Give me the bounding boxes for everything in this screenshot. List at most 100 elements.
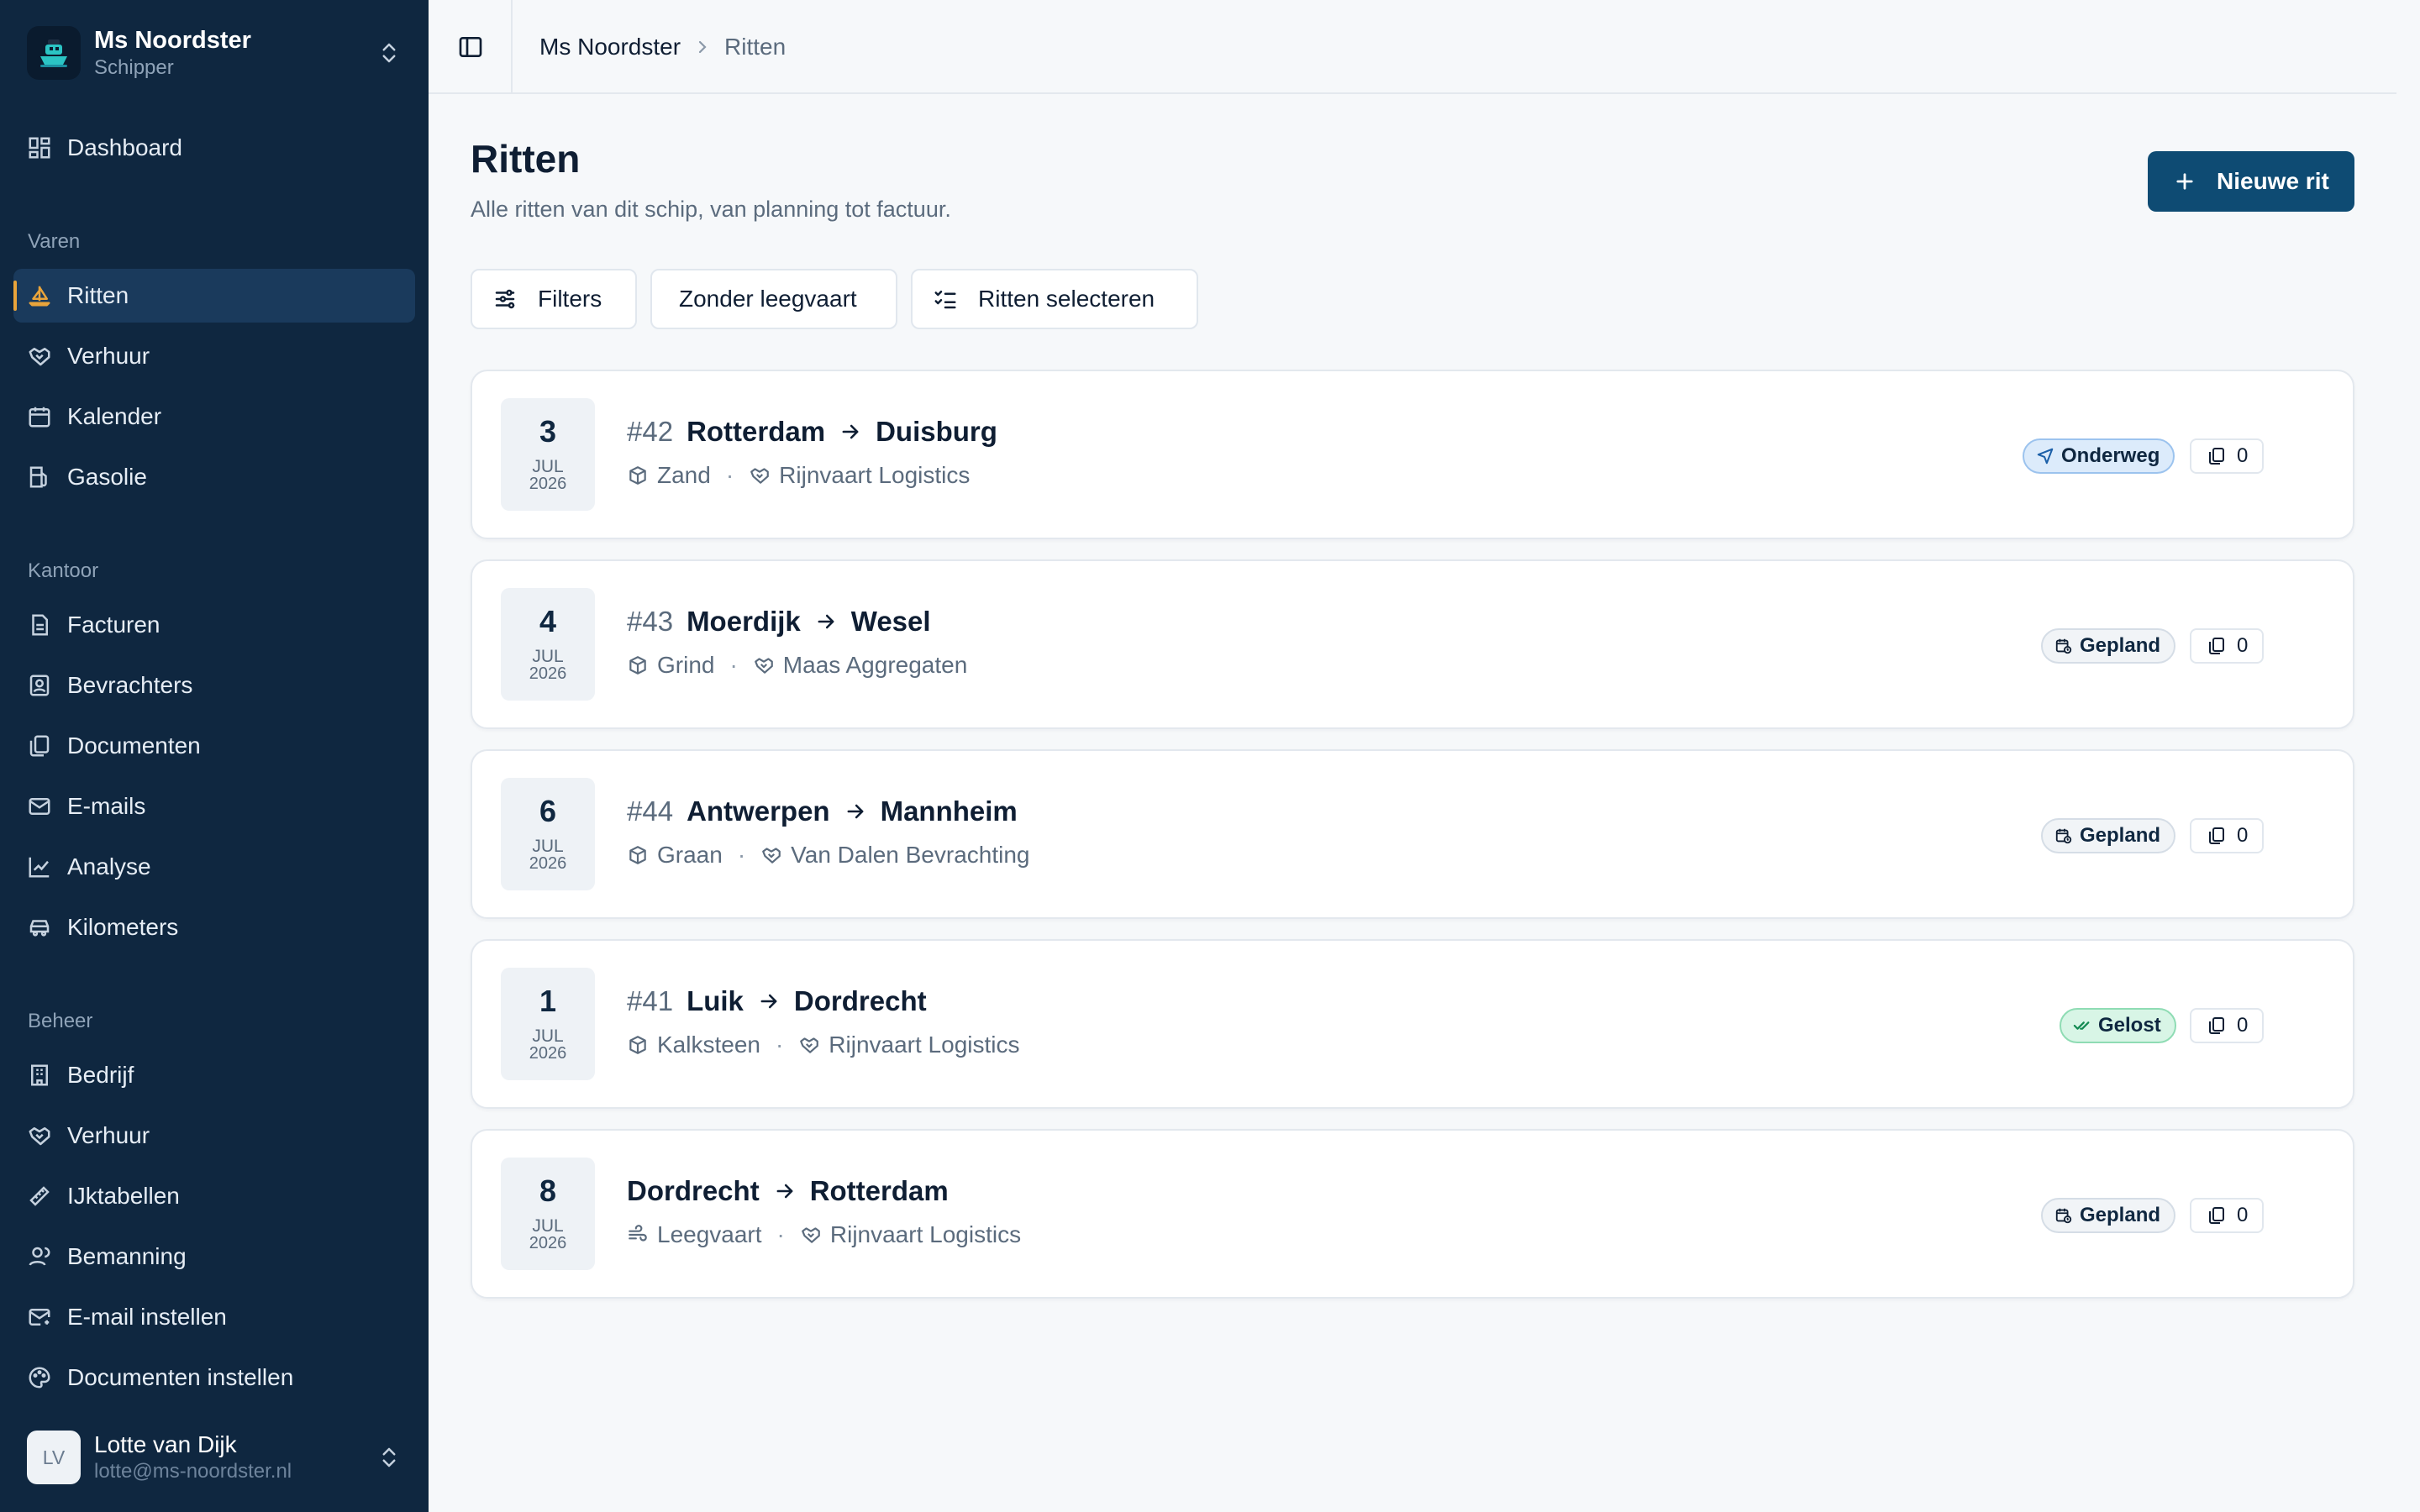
date-day: 1 bbox=[539, 984, 557, 1018]
nav-label: IJktabellen bbox=[67, 1183, 180, 1209]
nav-analyse[interactable]: Analyse bbox=[13, 840, 415, 894]
package-icon bbox=[629, 656, 646, 675]
nav-facturen[interactable]: Facturen bbox=[13, 598, 415, 652]
date-tile: 6 JUL 2026 bbox=[501, 778, 595, 890]
nav-kilometers[interactable]: Kilometers bbox=[13, 900, 415, 954]
nav-documenten[interactable]: Documenten bbox=[13, 719, 415, 773]
nav-verhuur-beheer[interactable]: Verhuur bbox=[13, 1109, 415, 1163]
nav-e-mail-instellen[interactable]: E-mail instellen bbox=[13, 1290, 415, 1344]
trip-number: #44 bbox=[627, 795, 674, 827]
nav-bedrijf[interactable]: Bedrijf bbox=[13, 1048, 415, 1102]
nav-dashboard[interactable]: Dashboard bbox=[13, 121, 415, 175]
date-month: JUL bbox=[532, 1216, 564, 1236]
sidebar-toggle-icon bbox=[459, 37, 482, 57]
document-count: 0 bbox=[2237, 444, 2249, 467]
nav-verhuur[interactable]: Verhuur bbox=[13, 329, 415, 383]
nav-label: Kalender bbox=[67, 403, 162, 429]
building-icon bbox=[31, 1064, 48, 1086]
workspace-name: Ms Noordster bbox=[94, 27, 251, 54]
trip-card[interactable]: 1 JUL 2026 #41 Luik Dordrecht Kalksteen … bbox=[471, 939, 2354, 1109]
nav-bemanning[interactable]: Bemanning bbox=[13, 1230, 415, 1284]
nav-label: Gasolie bbox=[67, 464, 147, 490]
wind-icon bbox=[629, 1225, 647, 1242]
nav-ritten[interactable]: Ritten bbox=[13, 269, 415, 323]
user-menu[interactable]: LV Lotte van Dijk lotte@ms-noordster.nl bbox=[27, 1428, 405, 1487]
nav-label: Documenten bbox=[67, 732, 201, 759]
documents-icon bbox=[2209, 827, 2224, 844]
status-label: Gepland bbox=[2080, 634, 2161, 657]
documents-icon bbox=[2209, 1207, 2224, 1224]
document-count: 0 bbox=[2237, 1204, 2249, 1226]
filters-button[interactable]: Filters bbox=[471, 269, 637, 329]
sidebar-toggle-button[interactable] bbox=[454, 30, 487, 64]
nav-label: Facturen bbox=[67, 612, 160, 638]
trip-card[interactable]: 6 JUL 2026 #44 Antwerpen Mannheim Graan … bbox=[471, 749, 2354, 919]
nav-kalender[interactable]: Kalender bbox=[13, 390, 415, 444]
nav-ijktabellen[interactable]: IJktabellen bbox=[13, 1169, 415, 1223]
document-count-button[interactable]: 0 bbox=[2190, 818, 2264, 853]
page-title: Ritten bbox=[471, 137, 581, 181]
breadcrumb: Ms Noordster Ritten bbox=[539, 30, 786, 64]
select-trips-button[interactable]: Ritten selecteren bbox=[911, 269, 1198, 329]
trip-charterer: Maas Aggregaten bbox=[782, 652, 968, 678]
invoice-icon bbox=[32, 614, 48, 636]
documents-icon bbox=[2209, 1017, 2224, 1034]
calendar-icon bbox=[29, 407, 50, 428]
trip-route: #44 Antwerpen Mannheim bbox=[627, 793, 1018, 830]
select-trips-label: Ritten selecteren bbox=[978, 286, 1155, 312]
separator-dot: · bbox=[729, 652, 738, 678]
workspace-switcher[interactable]: Ms Noordster Schipper bbox=[27, 24, 405, 82]
nav-label: Bedrijf bbox=[67, 1062, 134, 1088]
mail-icon bbox=[29, 798, 50, 815]
breadcrumb-ship-link[interactable]: Ms Noordster bbox=[539, 34, 681, 60]
trip-cargo: Graan bbox=[657, 842, 723, 868]
scrollbar-track[interactable] bbox=[2396, 0, 2420, 1512]
arrow-right-icon bbox=[842, 424, 859, 439]
nav-label: Verhuur bbox=[67, 1122, 150, 1148]
nav-gasolie[interactable]: Gasolie bbox=[13, 450, 415, 504]
handshake-icon bbox=[750, 468, 769, 484]
date-year: 2026 bbox=[529, 854, 567, 873]
navigation-icon bbox=[2037, 448, 2054, 465]
arrow-right-icon bbox=[847, 804, 864, 819]
trip-card[interactable]: 3 JUL 2026 #42 Rotterdam Duisburg Zand ·… bbox=[471, 370, 2354, 539]
sliders-icon bbox=[495, 289, 515, 309]
documents-icon bbox=[29, 735, 50, 757]
document-count-button[interactable]: 0 bbox=[2190, 438, 2264, 474]
documents-icon bbox=[2209, 638, 2224, 654]
trip-card[interactable]: 4 JUL 2026 #43 Moerdijk Wesel Grind · Ma… bbox=[471, 559, 2354, 729]
calendar-clock-icon bbox=[2055, 1208, 2072, 1224]
date-day: 6 bbox=[539, 794, 557, 828]
checklist-icon bbox=[934, 291, 956, 309]
fuel-pump-icon bbox=[29, 466, 47, 488]
zonder-leegvaart-toggle[interactable]: Zonder leegvaart bbox=[650, 269, 897, 329]
trip-charterer: Rijnvaart Logistics bbox=[829, 1221, 1022, 1247]
trip-card[interactable]: 8 JUL 2026 Dordrecht Rotterdam Leegvaart… bbox=[471, 1129, 2354, 1299]
trip-to: Dordrecht bbox=[793, 985, 927, 1016]
page-subtitle: Alle ritten van dit schip, van planning … bbox=[471, 197, 951, 222]
nav-bevrachters[interactable]: Bevrachters bbox=[13, 659, 415, 712]
top-bar: Ms Noordster Ritten bbox=[429, 0, 2420, 94]
document-count-button[interactable]: 0 bbox=[2190, 628, 2264, 664]
line-chart-icon bbox=[29, 857, 50, 878]
date-year: 2026 bbox=[529, 1234, 567, 1252]
arrow-right-icon bbox=[760, 994, 777, 1009]
chevron-right-icon bbox=[698, 40, 707, 54]
document-count-button[interactable]: 0 bbox=[2190, 1008, 2264, 1043]
document-count: 0 bbox=[2237, 634, 2249, 657]
ruler-icon bbox=[29, 1186, 50, 1206]
nav-e-mails[interactable]: E-mails bbox=[13, 780, 415, 833]
document-count-button[interactable]: 0 bbox=[2190, 1198, 2264, 1233]
palette-icon bbox=[29, 1367, 50, 1389]
document-count: 0 bbox=[2237, 824, 2249, 847]
date-day: 4 bbox=[539, 604, 557, 638]
new-trip-button[interactable]: Nieuwe rit bbox=[2148, 151, 2354, 212]
nav-documenten-instellen[interactable]: Documenten instellen bbox=[13, 1351, 415, 1404]
separator-dot: · bbox=[737, 842, 746, 868]
trip-cargo: Grind bbox=[657, 652, 715, 678]
trip-number: #42 bbox=[627, 416, 674, 447]
date-month: JUL bbox=[532, 457, 564, 476]
trip-from: Luik bbox=[687, 985, 744, 1016]
documents-icon bbox=[2209, 448, 2224, 465]
date-month: JUL bbox=[532, 1026, 564, 1046]
